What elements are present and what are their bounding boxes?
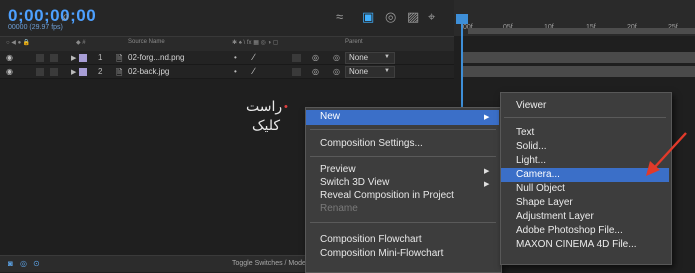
menu-item-rename: Rename (320, 203, 358, 214)
menu-separator (310, 129, 496, 130)
av-features-icon: ○ ◀ ● 🔒 (6, 40, 31, 46)
menu-item-composition-mini-flowchart[interactable]: Composition Mini-Flowchart (320, 248, 443, 259)
layer-switches-icon[interactable]: ◙ (8, 259, 13, 268)
menu-separator (310, 222, 496, 223)
quality-switch-icon[interactable]: ∕ (253, 52, 255, 62)
layer-name[interactable]: 02-back.jpg (128, 67, 169, 76)
submenu-item-solid[interactable]: Solid... (516, 141, 547, 152)
submenu-arrow-icon: ▶ (484, 114, 490, 121)
submenu-item-light[interactable]: Light... (516, 155, 546, 166)
solo-switch[interactable] (36, 54, 44, 62)
quality-switch-icon[interactable]: ∕ (253, 66, 255, 76)
chevron-down-icon: ▼ (384, 68, 390, 74)
column-header-row (0, 36, 454, 52)
eye-icon[interactable]: ◉ (6, 67, 13, 76)
source-name-header[interactable]: Source Name (128, 39, 165, 45)
current-time-display[interactable]: 0;00;00;00 (8, 6, 96, 26)
chevron-down-icon: ▼ (384, 54, 390, 60)
layer-duration-bar[interactable] (463, 66, 695, 77)
work-area-bar[interactable] (468, 28, 695, 34)
motion-blur-icon[interactable]: ◎ (385, 9, 396, 25)
parent-pickwhip-icon[interactable]: ◎ (312, 53, 319, 62)
parent-at-icon: ◎ (333, 53, 340, 62)
expand-triangle-icon[interactable]: ▶ (71, 54, 76, 62)
label-column-icon: ◆ # (76, 40, 86, 46)
menu-separator (504, 117, 666, 118)
lock-switch[interactable] (50, 54, 58, 62)
menu-item-composition-settings[interactable]: Composition Settings... (320, 138, 423, 149)
eye-icon[interactable]: ◉ (6, 53, 13, 62)
transfer-controls-icon[interactable]: ◎ (20, 259, 27, 268)
label-color-box[interactable] (79, 68, 87, 76)
file-icon: 🗎 (116, 68, 123, 77)
submenu-item-null-object[interactable]: Null Object (516, 183, 565, 194)
annotation-arrow-icon (646, 132, 687, 176)
search-icon[interactable]: ⌕ (62, 8, 70, 25)
submenu-item-shape-layer[interactable]: Shape Layer (516, 197, 573, 208)
annotation-dot: • (284, 101, 288, 113)
layer-duration-bar[interactable] (463, 52, 695, 63)
parent-header[interactable]: Parent (345, 39, 363, 45)
solo-switch[interactable] (36, 68, 44, 76)
annotation-right: راست (246, 98, 283, 114)
submenu-arrow-icon: ▶ (484, 181, 490, 188)
menu-item-reveal-composition[interactable]: Reveal Composition in Project (320, 190, 454, 201)
parent-value: None (349, 67, 369, 76)
menu-item-composition-flowchart[interactable]: Composition Flowchart (320, 234, 422, 245)
layer-number: 2 (98, 67, 103, 76)
current-time-indicator[interactable] (456, 14, 468, 24)
shy-toggle-icon[interactable]: ≈ (336, 9, 343, 24)
menu-item-switch-3d-view[interactable]: Switch 3D View (320, 177, 389, 188)
3d-switch[interactable] (292, 54, 301, 62)
submenu-item-maxon-cinema4d-file[interactable]: MAXON CINEMA 4D File... (516, 239, 637, 250)
annotation-click: کلیک (252, 117, 281, 133)
menu-separator (310, 156, 496, 157)
label-color-box[interactable] (79, 54, 87, 62)
submenu-item-camera[interactable]: Camera... (516, 169, 560, 180)
submenu-item-text[interactable]: Text (516, 127, 534, 138)
frame-blending-icon[interactable]: ▣ (362, 9, 374, 25)
lock-switch[interactable] (50, 68, 58, 76)
submenu-item-adjustment-layer[interactable]: Adjustment Layer (516, 211, 594, 222)
parent-value: None (349, 53, 369, 62)
shy-switch-icon[interactable]: • (234, 53, 237, 62)
submenu-item-adobe-photoshop-file[interactable]: Adobe Photoshop File... (516, 225, 623, 236)
frame-rate-label: 00000 (29.97 fps) (8, 24, 63, 31)
layer-name[interactable]: 02-forg...nd.png (128, 53, 184, 62)
in-out-panes-icon[interactable]: ⊙ (33, 259, 40, 268)
3d-switch[interactable] (292, 68, 301, 76)
parent-pickwhip-icon[interactable]: ◎ (312, 67, 319, 76)
parent-at-icon: ◎ (333, 67, 340, 76)
graph-editor-icon[interactable]: ▨ (407, 9, 419, 25)
submenu-arrow-icon: ▶ (484, 168, 490, 175)
draft-3d-icon[interactable]: ⌖ (428, 9, 435, 25)
layer-number: 1 (98, 53, 103, 62)
toggle-switches-modes[interactable]: Toggle Switches / Modes (232, 260, 309, 267)
shy-switch-icon[interactable]: • (234, 67, 237, 76)
menu-item-new-label: New (320, 111, 341, 122)
expand-triangle-icon[interactable]: ▶ (71, 68, 76, 76)
menu-item-preview[interactable]: Preview (320, 164, 356, 175)
switches-header-icons: ✱ ♠ \ fx ▦ ◎ ◑ ▢ (232, 40, 279, 46)
submenu-item-viewer[interactable]: Viewer (516, 100, 546, 111)
